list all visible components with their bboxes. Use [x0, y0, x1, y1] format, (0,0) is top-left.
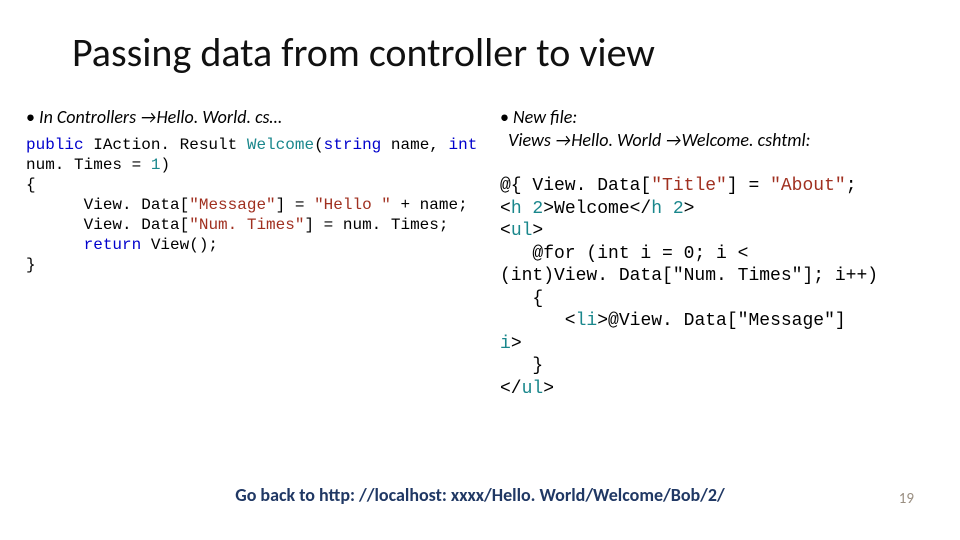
- right-bullet-line1: New file:: [513, 106, 577, 128]
- right-code-block: @{ View. Data["Title"] = "About"; <h 2>W…: [500, 175, 950, 400]
- right-column: • New file: Views →Hello. World →Welcome…: [500, 106, 950, 400]
- slide-title: Passing data from controller to view: [72, 28, 655, 77]
- right-bullet: • New file: Views →Hello. World →Welcome…: [500, 106, 950, 151]
- footer-link-text: Go back to http: //localhost: xxxx/Hello…: [0, 484, 960, 506]
- left-code-block: public IAction. Result Welcome(string na…: [26, 135, 491, 275]
- left-column: • In Controllers →Hello. World. cs… publ…: [26, 106, 491, 275]
- right-bullet-line2: Views →Hello. World →Welcome. cshtml:: [508, 129, 810, 151]
- left-bullet: • In Controllers →Hello. World. cs…: [26, 106, 491, 129]
- slide: Passing data from controller to view • I…: [0, 0, 960, 540]
- page-number: 19: [899, 490, 914, 508]
- left-bullet-text: In Controllers →Hello. World. cs…: [39, 106, 282, 128]
